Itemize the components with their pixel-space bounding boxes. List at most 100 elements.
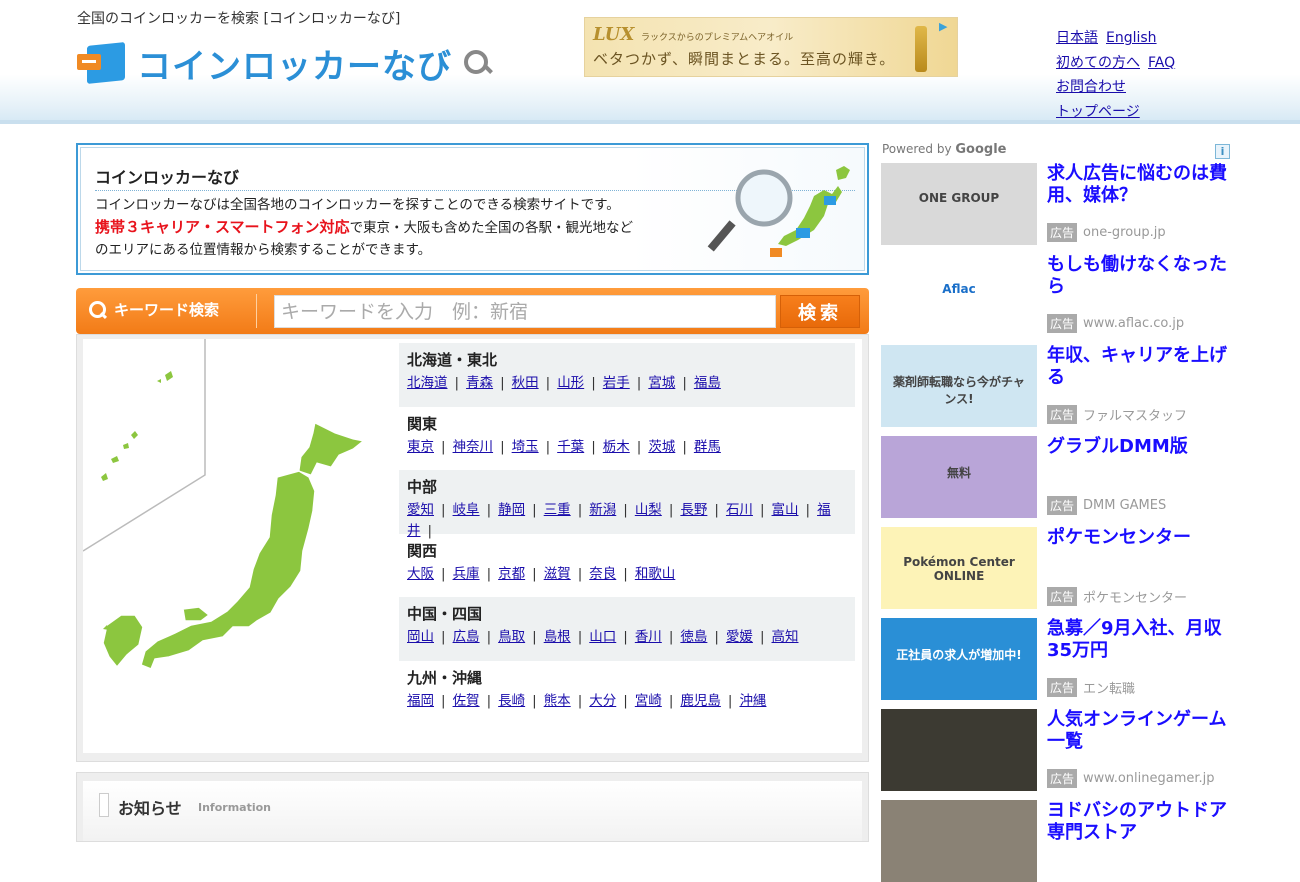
prefecture-link[interactable]: 栃木 xyxy=(603,439,630,455)
ad-title[interactable]: 急募／9月入社、月収35万円 xyxy=(1047,618,1227,662)
banner-brand: LUX xyxy=(593,24,635,45)
prefecture-link[interactable]: 石川 xyxy=(726,502,753,518)
first-time-link[interactable]: 初めての方へ xyxy=(1056,55,1140,71)
prefecture-link[interactable]: 宮城 xyxy=(648,375,675,391)
ad-image[interactable]: 薬剤師転職なら今がチャンス! xyxy=(881,345,1037,427)
ad-source: 広告 www.onlinegamer.jp xyxy=(1047,769,1215,788)
faq-link[interactable]: FAQ xyxy=(1148,55,1175,71)
contact-link[interactable]: お問合わせ xyxy=(1056,79,1126,95)
prefecture-link[interactable]: 新潟 xyxy=(589,502,616,518)
prefecture-link[interactable]: 山口 xyxy=(589,629,616,645)
ad-item[interactable]: 無料 グラブルDMM版 広告 DMM GAMES xyxy=(881,436,1231,518)
prefecture-link[interactable]: 神奈川 xyxy=(453,439,494,455)
prefecture-link[interactable]: 大分 xyxy=(589,693,616,709)
prefecture-link[interactable]: 奈良 xyxy=(589,566,616,582)
ad-image[interactable] xyxy=(881,800,1037,882)
prefecture-link[interactable]: 岡山 xyxy=(407,629,434,645)
region-block: 九州・沖縄 福岡 | 佐賀 | 長崎 | 熊本 | 大分 | 宮崎 | 鹿児島 | 沖縄 xyxy=(399,661,855,725)
prefecture-link[interactable]: 東京 xyxy=(407,439,434,455)
ad-source-text: www.onlinegamer.jp xyxy=(1083,771,1215,786)
link-separator: | xyxy=(427,523,433,539)
ad-title[interactable]: ポケモンセンター xyxy=(1047,527,1227,549)
ad-item[interactable]: 人気オンラインゲーム一覧広告 www.onlinegamer.jp xyxy=(881,709,1231,791)
site-logo[interactable]: コインロッカーなび xyxy=(77,38,492,88)
prefecture-link[interactable]: 島根 xyxy=(544,629,571,645)
ad-item[interactable]: ヨドバシのアウトドア専門ストア xyxy=(881,800,1231,882)
prefecture-link[interactable]: 鳥取 xyxy=(498,629,525,645)
prefecture-link[interactable]: 岩手 xyxy=(603,375,630,391)
ad-item[interactable]: 正社員の求人が増加中! 急募／9月入社、月収35万円 広告 エン転職 xyxy=(881,618,1231,700)
top-page-link[interactable]: トップページ xyxy=(1056,104,1140,120)
prefecture-link[interactable]: 富山 xyxy=(772,502,799,518)
ad-title[interactable]: 人気オンラインゲーム一覧 xyxy=(1047,709,1227,753)
ad-info-icon[interactable]: i xyxy=(1215,144,1230,159)
intro-line2: で東京・大阪も含めた全国の各駅・観光地など xyxy=(349,220,634,236)
prefecture-link[interactable]: 高知 xyxy=(772,629,799,645)
adchoices-icon[interactable]: ▶ xyxy=(939,20,953,34)
prefecture-link[interactable]: 沖縄 xyxy=(739,693,766,709)
prefecture-link[interactable]: 千葉 xyxy=(557,439,584,455)
prefecture-link[interactable]: 静岡 xyxy=(498,502,525,518)
prefecture-link[interactable]: 茨城 xyxy=(648,439,675,455)
prefecture-link[interactable]: 三重 xyxy=(544,502,571,518)
search-input[interactable] xyxy=(274,295,776,328)
link-separator: | xyxy=(545,375,551,391)
prefecture-link[interactable]: 宮崎 xyxy=(635,693,662,709)
ad-badge: 広告 xyxy=(1047,769,1078,788)
prefecture-link[interactable]: 長野 xyxy=(680,502,707,518)
prefecture-link[interactable]: 和歌山 xyxy=(635,566,676,582)
prefecture-link[interactable]: 滋賀 xyxy=(544,566,571,582)
ad-title[interactable]: 年収、キャリアを上げる xyxy=(1047,345,1227,389)
prefecture-link[interactable]: 岐阜 xyxy=(453,502,480,518)
news-bar-icon xyxy=(99,793,109,817)
prefecture-link[interactable]: 徳島 xyxy=(680,629,707,645)
ad-image[interactable]: 無料 xyxy=(881,436,1037,518)
prefecture-link[interactable]: 兵庫 xyxy=(453,566,480,582)
prefecture-link[interactable]: 福岡 xyxy=(407,693,434,709)
link-separator: | xyxy=(486,692,492,709)
prefecture-link[interactable]: 山梨 xyxy=(635,502,662,518)
ad-image[interactable]: Pokémon Center ONLINE xyxy=(881,527,1037,609)
ad-image[interactable]: Aflac xyxy=(881,254,1037,336)
prefecture-link[interactable]: 山形 xyxy=(557,375,584,391)
link-separator: | xyxy=(668,629,674,645)
top-nav: 日本語 English 初めての方へ FAQ お問合わせ トップページ xyxy=(1056,26,1183,124)
prefecture-link[interactable]: 埼玉 xyxy=(512,439,539,455)
ad-item[interactable]: ONE GROUP 求人広告に悩むのは費用、媒体？ 広告 one-group.jp xyxy=(881,163,1231,245)
ad-title[interactable]: グラブルDMM版 xyxy=(1047,436,1227,458)
prefecture-link[interactable]: 北海道 xyxy=(407,375,448,391)
region-list: 北海道・東北 北海道 | 青森 | 秋田 | 山形 | 岩手 | 宮城 | 福島 関東 東京 | 神奈川 | 埼玉 | 千… xyxy=(399,343,855,724)
prefecture-link[interactable]: 青森 xyxy=(466,375,493,391)
prefecture-link[interactable]: 鹿児島 xyxy=(680,693,721,709)
prefecture-link[interactable]: 大阪 xyxy=(407,566,434,582)
prefecture-link[interactable]: 秋田 xyxy=(512,375,539,391)
prefecture-link[interactable]: 群馬 xyxy=(694,439,721,455)
ad-item[interactable]: Pokémon Center ONLINE ポケモンセンター 広告 ポケモンセンター xyxy=(881,527,1231,609)
ad-title[interactable]: もしも働けなくなったら xyxy=(1047,254,1227,298)
prefecture-link[interactable]: 佐賀 xyxy=(453,693,480,709)
prefecture-link[interactable]: 愛知 xyxy=(407,502,434,518)
prefecture-link[interactable]: 愛媛 xyxy=(726,629,753,645)
ad-image[interactable]: ONE GROUP xyxy=(881,163,1037,245)
ad-title[interactable]: 求人広告に悩むのは費用、媒体？ xyxy=(1047,163,1227,207)
lang-japanese-link[interactable]: 日本語 xyxy=(1056,30,1098,46)
ad-item[interactable]: 薬剤師転職なら今がチャンス! 年収、キャリアを上げる広告 ファルマスタッフ xyxy=(881,345,1231,427)
ad-source: 広告 ファルマスタッフ xyxy=(1047,405,1187,424)
ad-image[interactable] xyxy=(881,709,1037,791)
prefecture-link[interactable]: 福島 xyxy=(694,375,721,391)
intro-box: コインロッカーなび コインロッカーなびは全国各地のコインロッカーを探すことのでき… xyxy=(76,143,869,275)
prefecture-link[interactable]: 広島 xyxy=(453,629,480,645)
japan-map[interactable] xyxy=(83,339,393,753)
ad-image[interactable]: 正社員の求人が増加中! xyxy=(881,618,1037,700)
prefecture-link[interactable]: 熊本 xyxy=(544,693,571,709)
prefecture-link[interactable]: 香川 xyxy=(635,629,662,645)
ad-image-text: 薬剤師転職なら今がチャンス! xyxy=(893,375,1025,406)
ad-item[interactable]: Aflac もしも働けなくなったら 広告 www.aflac.co.jp xyxy=(881,254,1231,336)
search-button[interactable]: 検索 xyxy=(780,295,860,328)
lux-banner-ad[interactable]: LUX ラックスからのプレミアムヘアオイル ベタつかず、瞬間まとまる。至高の輝き… xyxy=(584,17,958,77)
prefecture-link[interactable]: 長崎 xyxy=(498,693,525,709)
lang-english-link[interactable]: English xyxy=(1106,30,1157,46)
prefecture-link[interactable]: 京都 xyxy=(498,566,525,582)
ad-title[interactable]: ヨドバシのアウトドア専門ストア xyxy=(1047,800,1227,844)
link-separator: | xyxy=(623,692,628,709)
